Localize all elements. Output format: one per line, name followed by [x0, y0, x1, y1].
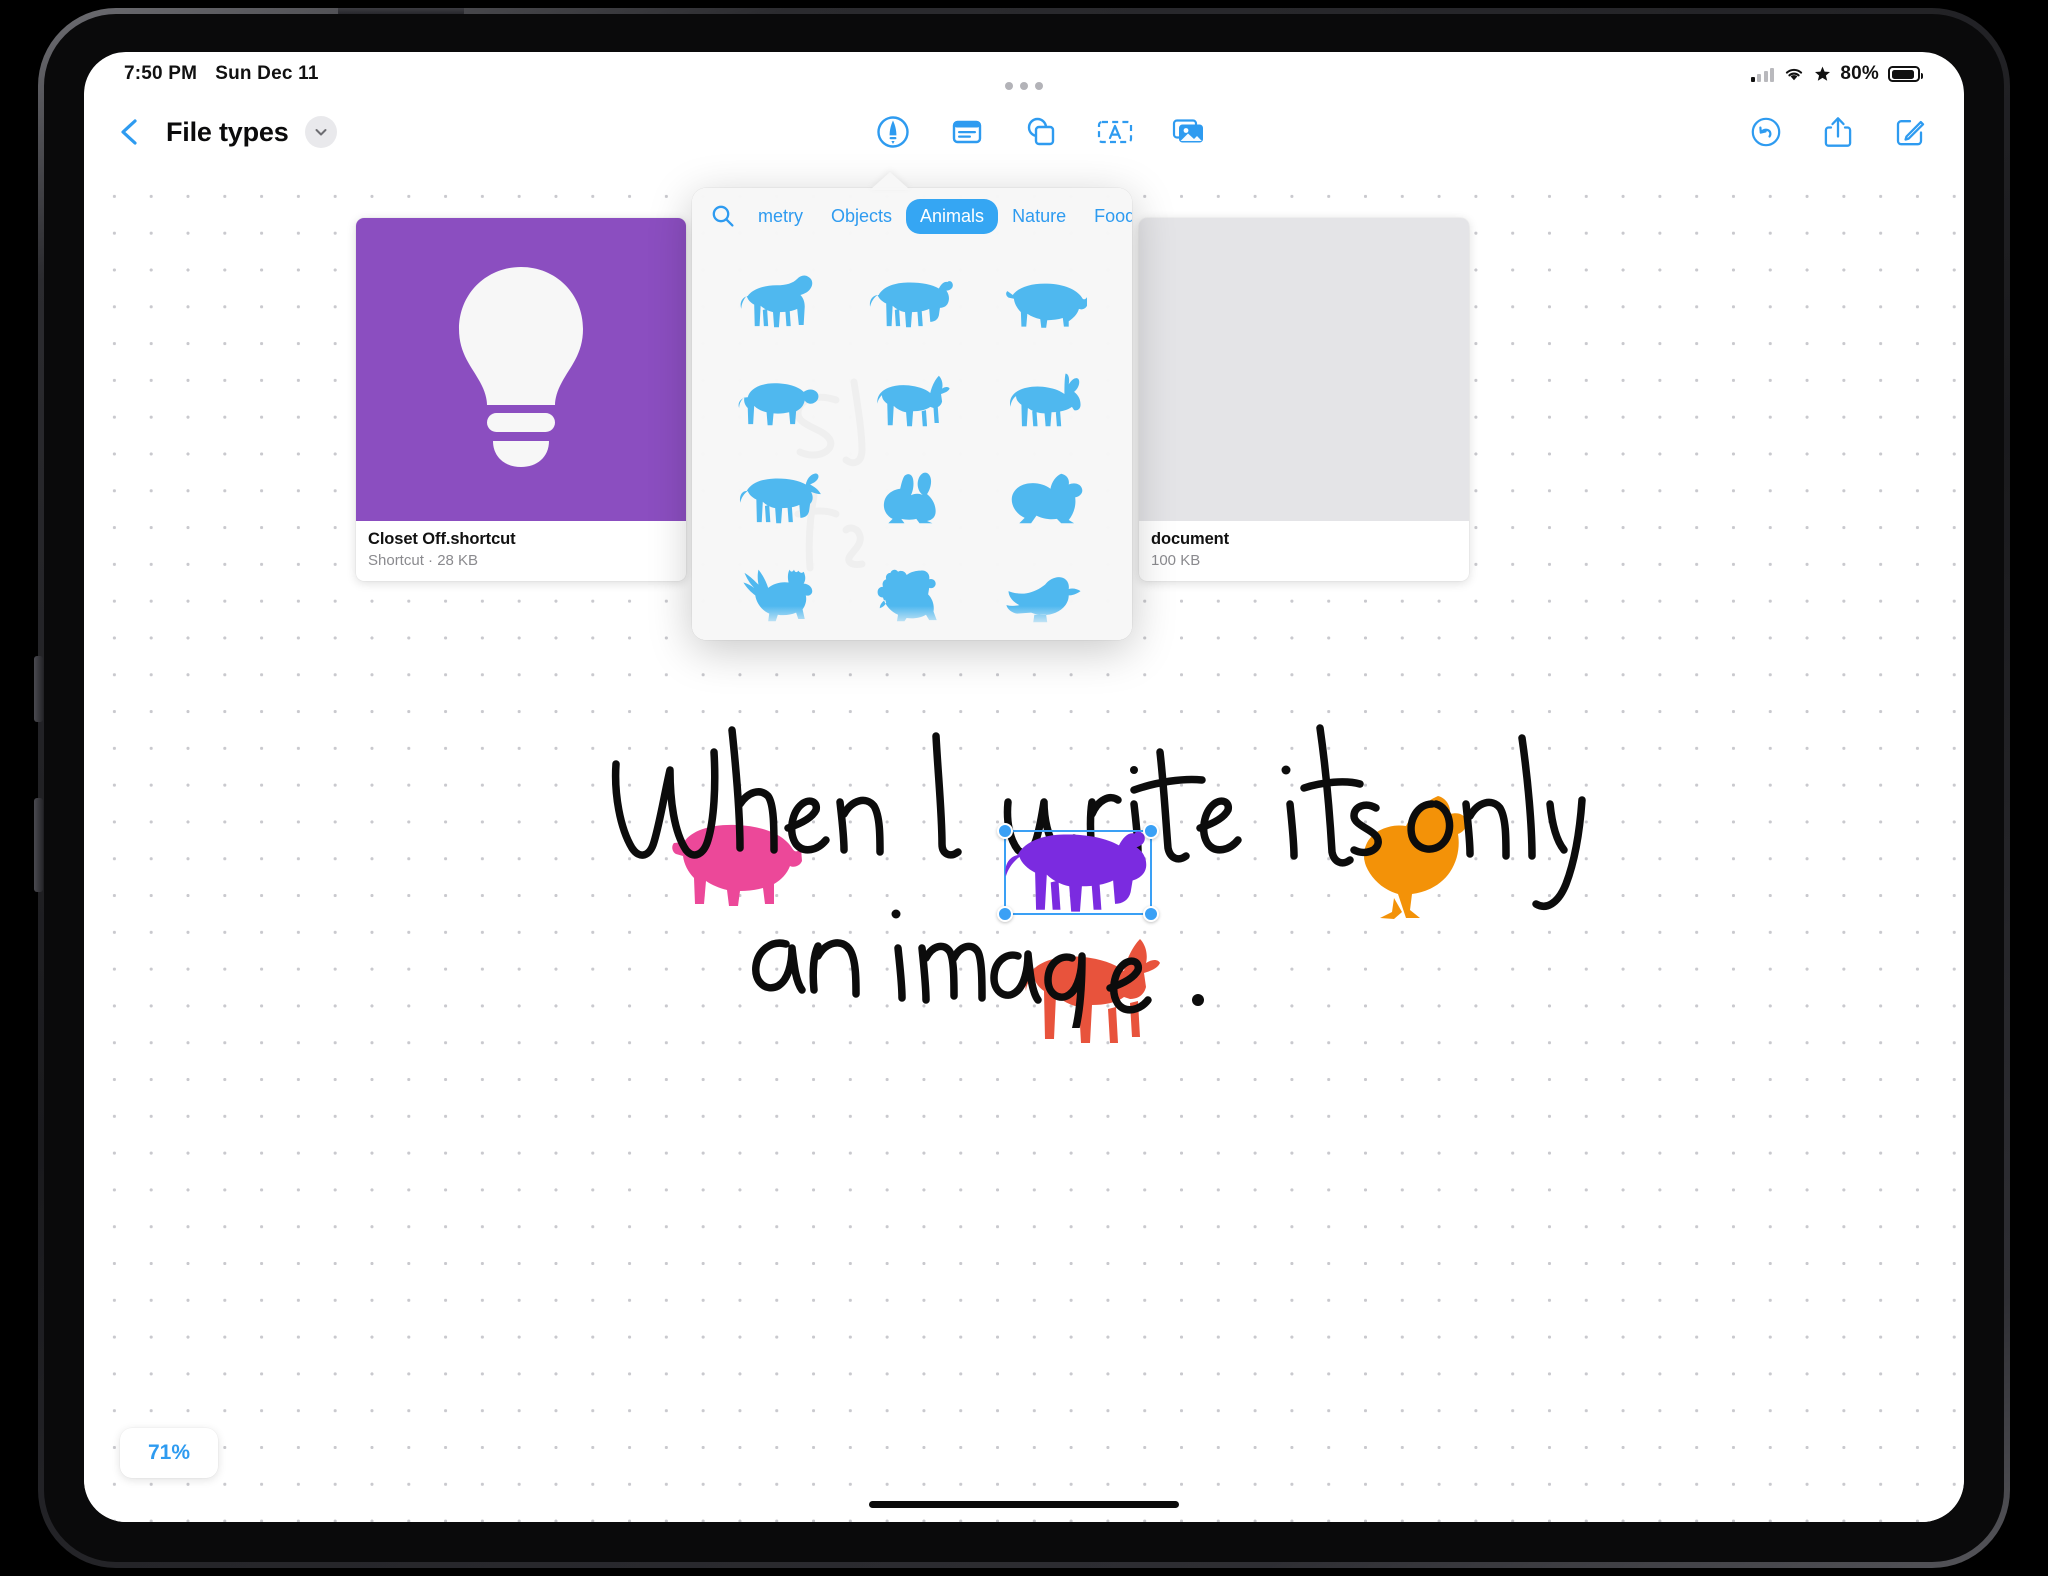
shape-option-pig[interactable]: [982, 254, 1106, 352]
text-box-icon: [1098, 120, 1133, 144]
focus-star-icon: [1815, 66, 1831, 81]
search-button[interactable]: [708, 203, 744, 229]
share-button[interactable]: [1818, 112, 1858, 152]
back-button[interactable]: [110, 112, 150, 152]
cow-icon: [869, 281, 953, 328]
shortcut-card-meta: Closet Off.shortcut Shortcut · 28 KB: [356, 521, 686, 569]
navigation-bar: File types: [84, 96, 1964, 168]
screen-bezel: 7:50 PM Sun Dec 11 80% File types Closet…: [84, 52, 1964, 1522]
ipad-device: 7:50 PM Sun Dec 11 80% File types Closet…: [34, 8, 2010, 1568]
status-bar-left: 7:50 PM Sun Dec 11: [124, 63, 319, 85]
file-name: Closet Off.shortcut: [368, 530, 516, 548]
nav-left-group: File types: [110, 112, 337, 152]
shape-option-turkey[interactable]: [850, 548, 974, 640]
zoom-level-indicator[interactable]: 71%: [120, 1428, 219, 1478]
search-icon: [712, 205, 734, 227]
tab-objects[interactable]: Objects: [817, 199, 906, 234]
status-bar-right: 80%: [1750, 63, 1923, 85]
grabber-dot: [1020, 82, 1028, 90]
share-icon: [1824, 117, 1852, 147]
shape-option-horse[interactable]: [718, 254, 842, 352]
goat-icon: [877, 375, 950, 427]
chevron-down-icon: [315, 129, 327, 136]
status-date: Sun Dec 11: [215, 63, 319, 84]
device-inner-bezel: 7:50 PM Sun Dec 11 80% File types Closet…: [44, 14, 2004, 1562]
compose-icon: [1896, 120, 1925, 146]
horse-icon: [740, 275, 813, 328]
shape-option-duck[interactable]: [982, 548, 1106, 640]
title-menu-button[interactable]: [304, 116, 337, 148]
tab-nature[interactable]: Nature: [998, 199, 1080, 234]
resize-handle-top-left[interactable]: [997, 823, 1013, 839]
page-title: File types: [166, 116, 289, 147]
undo-button[interactable]: [1746, 112, 1786, 152]
cellular-signal-icon: [1750, 67, 1775, 82]
donkey-icon: [1010, 373, 1081, 427]
file-meta: 100 KB: [1151, 552, 1201, 569]
shape-option-ox[interactable]: [718, 450, 842, 548]
shape-option-cow[interactable]: [850, 254, 974, 352]
undo-circle-icon: [1751, 117, 1781, 147]
duck-icon: [1006, 577, 1081, 623]
home-indicator[interactable]: [869, 1501, 1179, 1508]
shape-option-hen[interactable]: [982, 450, 1106, 548]
cow-shape: [1005, 831, 1147, 912]
pig-icon: [1006, 283, 1087, 328]
file-name: document: [1151, 530, 1230, 548]
shape-option-sheep[interactable]: [718, 352, 842, 450]
screen: 7:50 PM Sun Dec 11 80% File types Closet…: [84, 52, 1964, 1522]
tab-geometry[interactable]: metry: [744, 199, 817, 234]
compose-button[interactable]: [1890, 112, 1930, 152]
grabber-dot: [1035, 82, 1043, 90]
wifi-icon: [1786, 68, 1803, 81]
pen-circle-icon: [877, 116, 909, 148]
insert-toolbar: [873, 112, 1209, 152]
shapes-icon: [1028, 117, 1055, 146]
lightbulb-icon: [459, 266, 583, 467]
status-time: 7:50 PM: [124, 63, 198, 84]
shape-option-rooster[interactable]: [718, 548, 842, 640]
shapes-popover[interactable]: metry Objects Animals Nature Food: [692, 188, 1132, 640]
sticky-note-tool-button[interactable]: [947, 112, 987, 152]
resize-handle-bottom-left[interactable]: [997, 906, 1013, 922]
file-meta: Shortcut · 28 KB: [368, 552, 479, 569]
shape-option-goat[interactable]: [850, 352, 974, 450]
shapes-tool-button[interactable]: [1021, 112, 1061, 152]
volume-down-button-2[interactable]: [34, 846, 43, 892]
media-tool-button[interactable]: [1169, 112, 1209, 152]
back-chevron-icon: [121, 119, 137, 145]
resize-handle-top-right[interactable]: [1143, 823, 1159, 839]
document-thumbnail: [1139, 218, 1469, 521]
battery-icon: [1888, 66, 1923, 82]
selected-shape-cow[interactable]: [997, 823, 1159, 922]
tab-animals[interactable]: Animals: [906, 198, 999, 234]
nav-right-group: [1746, 112, 1930, 152]
shape-option-rabbit[interactable]: [850, 450, 974, 548]
rabbit-icon: [883, 472, 936, 524]
text-box-tool-button[interactable]: [1095, 112, 1135, 152]
note-icon: [953, 120, 982, 144]
shape-grid: [692, 244, 1132, 640]
multitasking-grabber[interactable]: [1005, 82, 1043, 90]
pen-tool-button[interactable]: [873, 112, 913, 152]
shape-option-donkey[interactable]: [982, 352, 1106, 450]
resize-handle-bottom-right[interactable]: [1143, 906, 1159, 922]
popover-arrow: [870, 172, 910, 190]
turkey-icon: [877, 569, 937, 622]
grabber-dot: [1005, 82, 1013, 90]
shape-category-tabs: metry Objects Animals Nature Food: [692, 188, 1132, 244]
rooster-icon: [743, 569, 813, 622]
tab-food[interactable]: Food: [1080, 199, 1132, 234]
photos-icon: [1173, 119, 1204, 143]
hen-icon: [1011, 473, 1083, 524]
file-card-shortcut[interactable]: Closet Off.shortcut Shortcut · 28 KB: [356, 218, 686, 581]
shortcut-thumbnail: [356, 218, 686, 521]
sheep-icon: [738, 383, 819, 426]
volume-up-button[interactable]: [34, 656, 43, 722]
ox-icon: [739, 473, 821, 524]
file-card-document[interactable]: document 100 KB: [1139, 218, 1469, 581]
document-card-meta: document 100 KB: [1139, 521, 1469, 569]
battery-percent-label: 80%: [1840, 63, 1879, 84]
